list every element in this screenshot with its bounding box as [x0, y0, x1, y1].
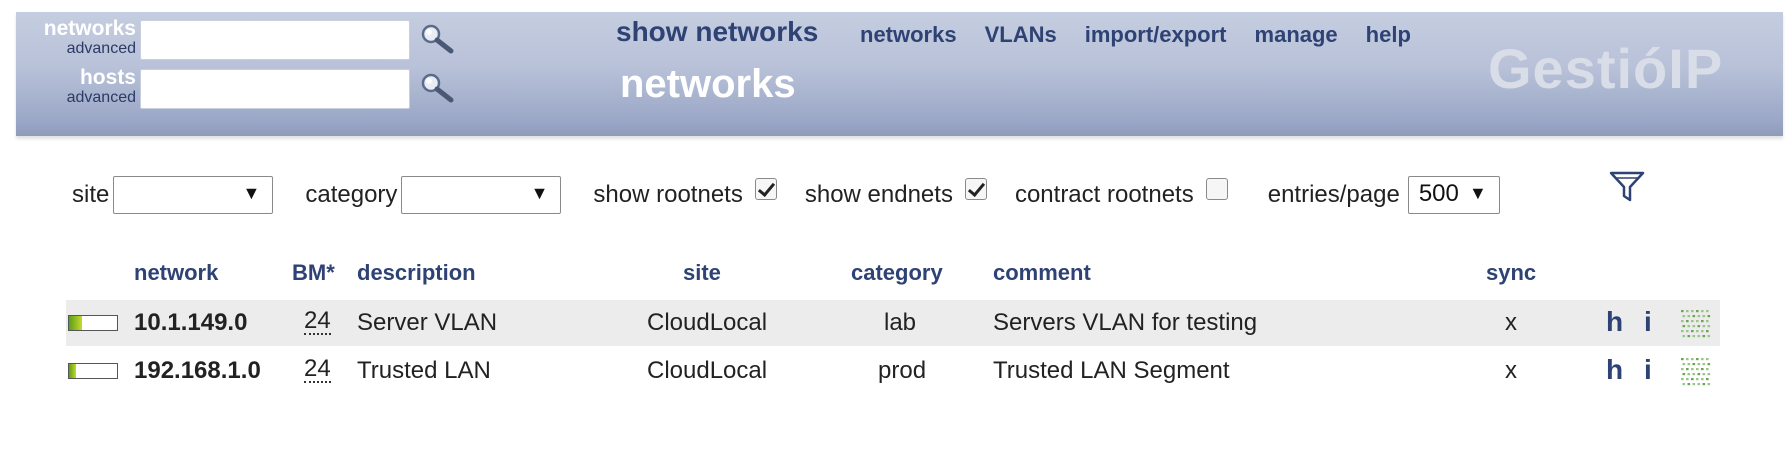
filter-funnel-icon[interactable]: [1609, 170, 1645, 204]
dropdown-arrow-icon: ▼: [530, 183, 549, 203]
sync-cell: x: [1505, 309, 1517, 336]
nav-import-export[interactable]: import/export: [1085, 22, 1227, 48]
networks-search: networks advanced: [16, 17, 454, 62]
contract-rootnets-label: contract rootnets: [1014, 181, 1194, 208]
usage-bar: [68, 363, 118, 379]
app-header: networks advanced hosts advanced show ne…: [16, 12, 1783, 136]
description-cell: Server VLAN: [357, 309, 498, 336]
entries-per-page-select[interactable]: 500 ▼: [1407, 176, 1500, 214]
site-cell: CloudLocal: [647, 309, 768, 336]
table-row: 192.168.1.0 24 Trusted LAN CloudLocal pr…: [66, 348, 1720, 394]
page-title: networks: [620, 62, 796, 106]
nav-networks[interactable]: networks: [860, 22, 957, 48]
network-address-link[interactable]: 10.1.149.0: [134, 309, 247, 337]
networks-search-input[interactable]: [140, 20, 410, 60]
category-cell: prod: [878, 357, 927, 384]
category-filter-label: category: [305, 181, 398, 208]
nav-help[interactable]: help: [1366, 22, 1411, 48]
host-list-button[interactable]: h: [1606, 306, 1623, 338]
network-info-button[interactable]: i: [1644, 354, 1652, 386]
show-endnets-label: show endnets: [804, 181, 953, 208]
show-networks-title: show networks: [616, 16, 819, 47]
network-info-button[interactable]: i: [1644, 306, 1652, 338]
category-cell: lab: [884, 309, 917, 336]
dotted-grid-icon[interactable]: [1678, 307, 1712, 339]
show-endnets-checkbox[interactable]: [964, 178, 987, 200]
entries-per-page-value: 500: [1418, 180, 1459, 207]
category-select[interactable]: ▼: [401, 176, 562, 214]
gestioip-logo: GestióIP: [1488, 37, 1724, 100]
show-rootnets-label: show rootnets: [593, 181, 743, 208]
hosts-search: hosts advanced: [16, 66, 454, 111]
column-header-comment[interactable]: comment: [993, 260, 1091, 286]
usage-bar-fill: [69, 316, 83, 330]
hosts-advanced-link[interactable]: advanced: [16, 88, 136, 108]
dropdown-arrow-icon: ▼: [242, 183, 261, 203]
nav-manage[interactable]: manage: [1255, 22, 1338, 48]
site-cell: CloudLocal: [647, 357, 768, 384]
filter-bar: site ▼ category ▼ show rootnets show end…: [72, 174, 1500, 216]
comment-cell: Servers VLAN for testing: [993, 309, 1258, 336]
hosts-search-label: hosts: [79, 66, 136, 89]
column-header-site[interactable]: site: [683, 260, 721, 286]
networks-search-label: networks: [43, 17, 136, 40]
column-header-sync[interactable]: sync: [1486, 260, 1536, 286]
comment-cell: Trusted LAN Segment: [993, 357, 1230, 384]
dropdown-arrow-icon: ▼: [1468, 183, 1487, 203]
networks-advanced-link[interactable]: advanced: [16, 39, 136, 59]
contract-rootnets-checkbox[interactable]: [1205, 178, 1228, 200]
column-header-network[interactable]: network: [134, 260, 218, 286]
table-row: 10.1.149.0 24 Server VLAN CloudLocal lab…: [66, 300, 1720, 346]
site-filter-label: site: [72, 181, 110, 208]
sync-cell: x: [1505, 357, 1517, 384]
hosts-search-input[interactable]: [140, 69, 410, 109]
bitmask-value: 24: [304, 307, 331, 335]
column-header-category[interactable]: category: [851, 260, 943, 286]
dotted-grid-icon[interactable]: [1678, 355, 1712, 387]
column-header-bm[interactable]: BM*: [292, 260, 335, 286]
show-rootnets-checkbox[interactable]: [754, 178, 777, 200]
entries-per-page-label: entries/page: [1267, 181, 1400, 208]
description-cell: Trusted LAN: [357, 357, 491, 384]
site-select[interactable]: ▼: [113, 176, 274, 214]
top-navigation: networks VLANs import/export manage help: [860, 22, 1439, 48]
host-list-button[interactable]: h: [1606, 354, 1623, 386]
usage-bar-fill: [69, 364, 77, 378]
bitmask-value: 24: [304, 355, 331, 383]
usage-bar: [68, 315, 118, 331]
column-header-description[interactable]: description: [357, 260, 476, 286]
nav-vlans[interactable]: VLANs: [985, 22, 1057, 48]
network-address-link[interactable]: 192.168.1.0: [134, 357, 261, 385]
search-icon[interactable]: [418, 71, 456, 105]
search-icon[interactable]: [418, 22, 456, 56]
